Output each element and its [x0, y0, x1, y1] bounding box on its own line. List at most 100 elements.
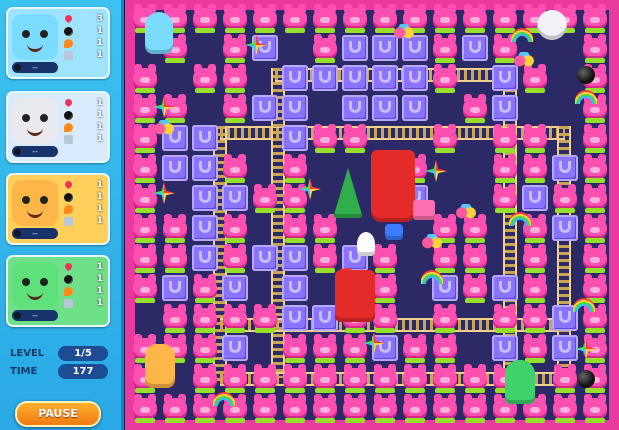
pig-block [280, 363, 310, 393]
pig-block [310, 123, 340, 153]
player-name-tag: -- [12, 228, 58, 239]
pig-block [340, 333, 370, 363]
heart-icon [63, 13, 74, 24]
pause-button[interactable]: PAUSE [15, 401, 101, 427]
player-name-tag: -- [12, 310, 58, 321]
stat-value: 1 [96, 110, 103, 120]
pig-block [340, 393, 370, 423]
shoe-icon [64, 217, 73, 226]
pig-block [130, 393, 160, 423]
level-label: LEVEL [10, 348, 45, 359]
pig-block [310, 393, 340, 423]
pig-block [580, 33, 610, 63]
player-avatar [12, 262, 58, 308]
pig-block [310, 3, 340, 33]
pig-block [250, 303, 280, 333]
pig-block [490, 303, 520, 333]
shoe-icon [64, 51, 73, 60]
player-orange [145, 344, 175, 388]
stat-value: 1 [96, 26, 103, 36]
pig-block [250, 363, 280, 393]
pig-block [340, 123, 370, 153]
player-avatar [12, 98, 58, 144]
pig-block [310, 33, 340, 63]
stat-power: 1 [64, 286, 106, 297]
drum [385, 224, 403, 240]
crate-block [220, 183, 250, 213]
pig-block [490, 153, 520, 183]
pig-block [220, 303, 250, 333]
crate-block [400, 63, 430, 93]
crate-block [280, 123, 310, 153]
stat-value: 1 [96, 204, 103, 214]
stat-value: 1 [96, 38, 103, 48]
pig-block [130, 213, 160, 243]
stat-bombs: 1 [64, 192, 106, 203]
time-value: 177 [58, 364, 108, 379]
pig-block [190, 333, 220, 363]
pig-block [280, 393, 310, 423]
crate-block [280, 243, 310, 273]
pig-block [220, 243, 250, 273]
pig-block [370, 393, 400, 423]
pig-block [580, 183, 610, 213]
crate-block [250, 243, 280, 273]
stat-power: 1 [64, 122, 106, 133]
player-name-tag: -- [12, 146, 58, 157]
crate-block [340, 93, 370, 123]
balloon-icon [393, 24, 415, 46]
bomb-icon [14, 148, 21, 155]
pig-block [310, 363, 340, 393]
pig-block [220, 63, 250, 93]
pig-block [220, 363, 250, 393]
stat-power: 1 [64, 38, 106, 49]
pig-block [310, 243, 340, 273]
stat-value: 3 [96, 14, 103, 24]
pig-block [550, 363, 580, 393]
player-name-tag: -- [12, 62, 58, 73]
pig-block [220, 3, 250, 33]
pig-block [130, 63, 160, 93]
player-card-blue: -- 3 1 1 1 [6, 7, 110, 79]
pig-block [460, 3, 490, 33]
bomb-icon [14, 312, 21, 319]
crate-block [370, 93, 400, 123]
pig-block [460, 93, 490, 123]
pig-block [580, 153, 610, 183]
player-avatar [12, 14, 58, 60]
pig-block [430, 63, 460, 93]
crate-block [550, 213, 580, 243]
player-name: -- [32, 229, 38, 238]
pig-block [340, 3, 370, 33]
pig-block [190, 273, 220, 303]
pig-block [550, 393, 580, 423]
crate-block [490, 93, 520, 123]
stat-value: 1 [96, 216, 103, 226]
fire-icon [64, 205, 73, 214]
pig-block [400, 333, 430, 363]
pig-block [550, 183, 580, 213]
pig-block [430, 123, 460, 153]
pig-block [520, 243, 550, 273]
pig-block [130, 93, 160, 123]
pig-block [340, 363, 370, 393]
stat-value: 1 [96, 98, 103, 108]
crate-block [280, 63, 310, 93]
pig-block [430, 303, 460, 333]
crate-block [520, 183, 550, 213]
crate-block [310, 63, 340, 93]
bomb-icon [64, 111, 73, 120]
christmas-tree [333, 168, 363, 218]
stat-value: 1 [96, 180, 103, 190]
crate-block [280, 273, 310, 303]
crate-block [490, 273, 520, 303]
pig-block [280, 213, 310, 243]
heart-icon [63, 97, 74, 108]
stat-lives: 3 [63, 13, 106, 25]
pig-block [160, 243, 190, 273]
crate-block [490, 333, 520, 363]
pig-block [130, 183, 160, 213]
pig-block [220, 153, 250, 183]
pig-block [400, 363, 430, 393]
bomb-icon [577, 370, 595, 388]
